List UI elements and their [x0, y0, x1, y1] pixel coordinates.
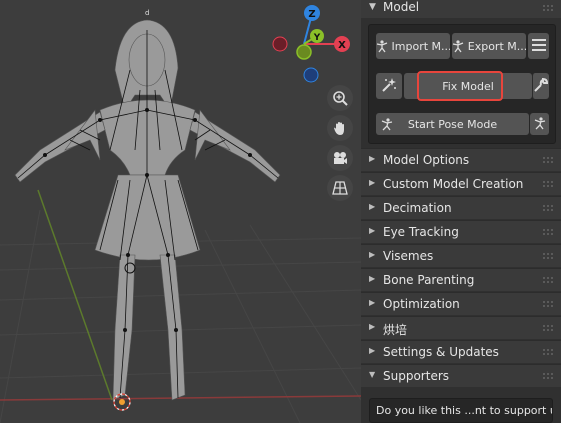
export-model-label: Export M...	[467, 39, 526, 53]
expanded-arrow-icon: ▼	[369, 2, 376, 12]
character-model[interactable]	[14, 19, 281, 401]
gizmo-y-label: Y	[313, 33, 321, 43]
collapsed-arrow-icon: ▶	[369, 202, 376, 211]
section-label: Visemes	[383, 249, 434, 263]
highlight-box	[417, 71, 503, 101]
section-label: Optimization	[383, 297, 460, 311]
section-label: Bone Parenting	[383, 273, 475, 287]
collapsed-arrow-icon: ▶	[369, 226, 376, 235]
section-visemes[interactable]: ▶ Visemes	[361, 244, 561, 267]
gizmo-z-label: Z	[308, 9, 315, 20]
gizmo-x-label: X	[338, 40, 346, 51]
drag-grip-icon[interactable]	[543, 253, 555, 261]
section-model-options[interactable]: ▶ Model Options	[361, 148, 561, 171]
section-bake[interactable]: ▶ 烘培	[361, 316, 561, 339]
collapsed-arrow-icon: ▶	[369, 346, 376, 355]
navigation-gizmo[interactable]: Z X Y	[268, 2, 352, 84]
section-decimation[interactable]: ▶ Decimation	[361, 196, 561, 219]
pose-options-button[interactable]	[530, 113, 549, 135]
pan-hand-icon[interactable]	[327, 115, 353, 141]
section-optimization[interactable]: ▶ Optimization	[361, 292, 561, 315]
import-model-label: Import M...	[391, 39, 450, 53]
section-label: Supporters	[383, 369, 450, 383]
cats-side-panel: ▼ Model Import M... Export M... Fix Mode…	[361, 0, 561, 423]
section-supporters[interactable]: ▼ Supporters	[361, 364, 561, 387]
collapsed-arrow-icon: ▶	[369, 250, 376, 259]
svg-text:d: d	[145, 9, 149, 17]
model-box: Import M... Export M... Fix Model Start …	[368, 24, 556, 144]
section-label: Model Options	[383, 153, 470, 167]
drag-grip-icon[interactable]	[543, 229, 555, 237]
section-settings-updates[interactable]: ▶ Settings & Updates	[361, 340, 561, 363]
section-eye-tracking[interactable]: ▶ Eye Tracking	[361, 220, 561, 243]
hamburger-menu-icon	[531, 38, 546, 54]
menu-button[interactable]	[528, 33, 549, 59]
magic-wand-button[interactable]	[376, 73, 402, 99]
ortho-grid-icon[interactable]	[327, 175, 353, 201]
drag-grip-icon[interactable]	[543, 349, 555, 357]
section-label: 烘培	[383, 323, 408, 337]
drag-grip-icon[interactable]	[543, 181, 555, 189]
drag-grip-icon[interactable]	[543, 301, 555, 309]
drag-grip-icon[interactable]	[543, 277, 555, 285]
expanded-arrow-icon: ▼	[369, 370, 376, 379]
magic-wand-icon	[381, 77, 397, 96]
wrench-button[interactable]	[532, 73, 549, 99]
pose-icon	[533, 116, 547, 133]
camera-view-icon[interactable]	[327, 145, 353, 171]
section-label: Eye Tracking	[383, 225, 459, 239]
armature-icon	[376, 39, 389, 53]
collapsed-arrow-icon: ▶	[369, 178, 376, 187]
section-label: Custom Model Creation	[383, 177, 524, 191]
drag-grip-icon[interactable]	[543, 157, 555, 165]
export-model-button[interactable]: Export M...	[452, 33, 526, 59]
collapsed-arrow-icon: ▶	[369, 298, 376, 307]
drag-grip-icon[interactable]	[543, 5, 555, 13]
start-pose-mode-label: Start Pose Mode	[407, 117, 498, 131]
armature-icon	[452, 39, 465, 53]
pose-icon	[380, 117, 394, 131]
start-pose-mode-button[interactable]: Start Pose Mode	[376, 113, 529, 135]
supporters-message[interactable]: Do you like this ...nt to support us?	[369, 398, 553, 423]
panel-title: Model	[383, 0, 420, 14]
wrench-icon	[534, 77, 549, 95]
drag-grip-icon[interactable]	[543, 373, 555, 381]
3d-viewport[interactable]: d Z X Y	[0, 0, 361, 423]
section-label: Decimation	[383, 201, 452, 215]
collapsed-arrow-icon: ▶	[369, 154, 376, 163]
section-bone-parenting[interactable]: ▶ Bone Parenting	[361, 268, 561, 291]
section-custom-model-creation[interactable]: ▶ Custom Model Creation	[361, 172, 561, 195]
collapsed-arrow-icon: ▶	[369, 322, 376, 331]
import-model-button[interactable]: Import M...	[376, 33, 450, 59]
collapsed-arrow-icon: ▶	[369, 274, 376, 283]
drag-grip-icon[interactable]	[543, 205, 555, 213]
section-label: Settings & Updates	[383, 345, 499, 359]
zoom-icon[interactable]	[327, 85, 353, 111]
drag-grip-icon[interactable]	[543, 325, 555, 333]
model-panel-header[interactable]: ▼ Model	[361, 0, 561, 18]
